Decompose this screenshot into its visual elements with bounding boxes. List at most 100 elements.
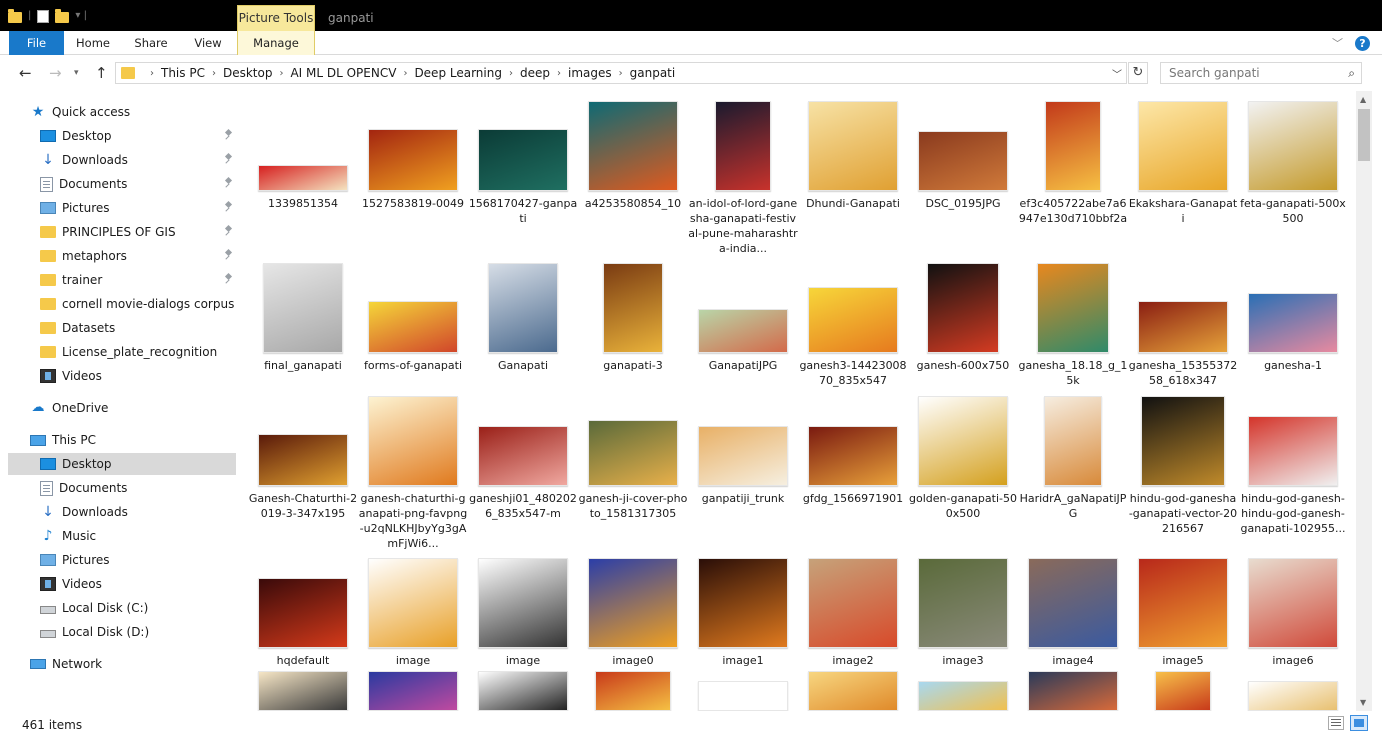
vertical-scrollbar[interactable]: ▲ ▼ <box>1356 91 1372 711</box>
new-folder-icon[interactable] <box>55 8 70 23</box>
image-thumbnail[interactable] <box>927 263 999 353</box>
search-input[interactable]: Search ganpati ⌕ <box>1160 62 1362 84</box>
image-thumbnail[interactable] <box>603 263 663 353</box>
image-thumbnail[interactable] <box>588 101 678 191</box>
image-thumbnail[interactable] <box>698 309 788 353</box>
image-thumbnail[interactable] <box>258 434 348 486</box>
sidebar-item-onedrive[interactable]: ☁ OneDrive <box>8 397 236 419</box>
sidebar-item-local-disk-d[interactable]: Local Disk (D:) <box>8 621 236 643</box>
address-bar[interactable]: › This PC › Desktop › AI ML DL OPENCV › … <box>115 62 1127 84</box>
image-thumbnail[interactable] <box>1155 671 1211 711</box>
sidebar-item-principles-of-gis[interactable]: PRINCIPLES OF GIS <box>8 221 236 243</box>
scrollbar-thumb[interactable] <box>1358 109 1370 161</box>
image-thumbnail[interactable] <box>1045 101 1101 191</box>
chevron-right-icon[interactable]: › <box>619 68 623 79</box>
chevron-right-icon[interactable]: › <box>403 68 407 79</box>
image-thumbnail[interactable] <box>368 129 458 191</box>
chevron-right-icon[interactable]: › <box>279 68 283 79</box>
image-thumbnail[interactable] <box>478 671 568 711</box>
image-thumbnail[interactable] <box>588 420 678 486</box>
image-thumbnail[interactable] <box>478 426 568 486</box>
folder-icon[interactable] <box>8 8 22 23</box>
image-thumbnail[interactable] <box>808 558 898 648</box>
crumb-desktop[interactable]: Desktop <box>223 66 273 80</box>
address-dropdown-icon[interactable]: ﹀ <box>1112 66 1122 81</box>
sidebar-item-license-plate-recognition[interactable]: License_plate_recognition <box>8 341 236 363</box>
sidebar-item-local-disk-c[interactable]: Local Disk (C:) <box>8 597 236 619</box>
search-icon[interactable]: ⌕ <box>1348 66 1355 81</box>
sidebar-item-videos[interactable]: Videos <box>8 573 236 595</box>
image-thumbnail[interactable] <box>808 671 898 711</box>
crumb-images[interactable]: images <box>568 66 612 80</box>
refresh-icon[interactable]: ↻ <box>1128 62 1148 84</box>
customize-toolbar-icon[interactable]: ▾ | <box>75 10 87 21</box>
image-thumbnail[interactable] <box>1138 558 1228 648</box>
tab-share[interactable]: Share <box>122 31 180 55</box>
chevron-right-icon[interactable]: › <box>212 68 216 79</box>
image-thumbnail[interactable] <box>263 263 343 353</box>
image-thumbnail[interactable] <box>1248 293 1338 353</box>
image-thumbnail[interactable] <box>1141 396 1225 486</box>
image-thumbnail[interactable] <box>918 558 1008 648</box>
image-thumbnail[interactable] <box>808 426 898 486</box>
image-thumbnail[interactable] <box>368 671 458 711</box>
image-thumbnail[interactable] <box>808 287 898 353</box>
sidebar-item-this-pc[interactable]: This PC <box>8 429 236 451</box>
image-thumbnail[interactable] <box>595 671 671 711</box>
chevron-right-icon[interactable]: › <box>557 68 561 79</box>
tab-view[interactable]: View <box>180 31 236 55</box>
sidebar-item-downloads[interactable]: ↓ Downloads <box>8 501 236 523</box>
scroll-up-icon[interactable]: ▲ <box>1360 95 1366 104</box>
image-thumbnail[interactable] <box>258 578 348 648</box>
image-thumbnail[interactable] <box>1044 396 1102 486</box>
recent-locations-icon[interactable]: ▾ <box>74 68 79 78</box>
tab-file[interactable]: File <box>9 31 64 55</box>
sidebar-item-network[interactable]: Network <box>8 653 236 675</box>
sidebar-item-cornell-movie-dialogs-corpus[interactable]: cornell movie-dialogs corpus <box>8 293 236 315</box>
tab-manage[interactable]: Manage <box>237 31 315 55</box>
sidebar-item-metaphors[interactable]: metaphors <box>8 245 236 267</box>
image-thumbnail[interactable] <box>368 558 458 648</box>
crumb-ganpati[interactable]: ganpati <box>630 66 676 80</box>
forward-arrow-icon[interactable]: → <box>49 64 62 82</box>
image-thumbnail[interactable] <box>918 131 1008 191</box>
help-icon[interactable]: ? <box>1355 35 1370 51</box>
sidebar-item-desktop[interactable]: Desktop <box>8 453 236 475</box>
image-thumbnail[interactable] <box>698 426 788 486</box>
image-thumbnail[interactable] <box>1037 263 1109 353</box>
image-thumbnail[interactable] <box>698 558 788 648</box>
sidebar-item-trainer[interactable]: trainer <box>8 269 236 291</box>
image-thumbnail[interactable] <box>1248 681 1338 711</box>
chevron-right-icon[interactable]: › <box>509 68 513 79</box>
image-thumbnail[interactable] <box>1248 101 1338 191</box>
image-thumbnail[interactable] <box>715 101 771 191</box>
sidebar-item-documents[interactable]: Documents <box>8 173 236 195</box>
details-view-icon[interactable] <box>1328 716 1344 730</box>
sidebar-item-music[interactable]: ♪ Music <box>8 525 236 547</box>
crumb-this-pc[interactable]: This PC <box>161 66 205 80</box>
large-icons-view-icon[interactable] <box>1350 715 1368 731</box>
sidebar-item-pictures[interactable]: Pictures <box>8 549 236 571</box>
image-thumbnail[interactable] <box>488 263 558 353</box>
image-thumbnail[interactable] <box>478 558 568 648</box>
image-thumbnail[interactable] <box>1248 416 1338 486</box>
tab-home[interactable]: Home <box>64 31 122 55</box>
sidebar-item-documents[interactable]: Documents <box>8 477 236 499</box>
image-thumbnail[interactable] <box>258 165 348 191</box>
properties-icon[interactable] <box>37 10 50 23</box>
sidebar-item-quick-access[interactable]: ★ Quick access <box>8 101 236 123</box>
sidebar-item-downloads[interactable]: ↓ Downloads <box>8 149 236 171</box>
image-thumbnail[interactable] <box>1028 558 1118 648</box>
sidebar-item-desktop[interactable]: Desktop <box>8 125 236 147</box>
image-thumbnail[interactable] <box>1028 671 1118 711</box>
image-thumbnail[interactable] <box>368 301 458 353</box>
image-thumbnail[interactable] <box>918 396 1008 486</box>
image-thumbnail[interactable] <box>588 558 678 648</box>
sidebar-item-datasets[interactable]: Datasets <box>8 317 236 339</box>
crumb-deep-learning[interactable]: Deep Learning <box>414 66 502 80</box>
sidebar-item-videos[interactable]: Videos <box>8 365 236 387</box>
up-arrow-icon[interactable]: ↑ <box>95 64 108 82</box>
image-thumbnail[interactable] <box>478 129 568 191</box>
back-arrow-icon[interactable]: ← <box>19 64 32 82</box>
image-thumbnail[interactable] <box>698 681 788 711</box>
